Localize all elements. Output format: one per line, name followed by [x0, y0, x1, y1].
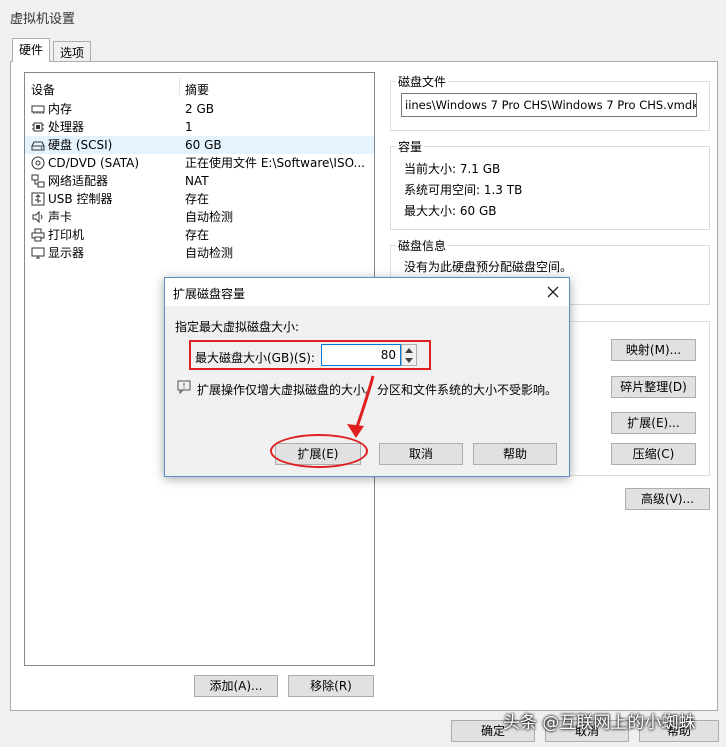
annotation-arrow: [347, 375, 375, 438]
watermark: 头条 @互联网上的小蜘蛛: [503, 713, 696, 733]
tab-hardware[interactable]: 硬件: [12, 38, 51, 62]
